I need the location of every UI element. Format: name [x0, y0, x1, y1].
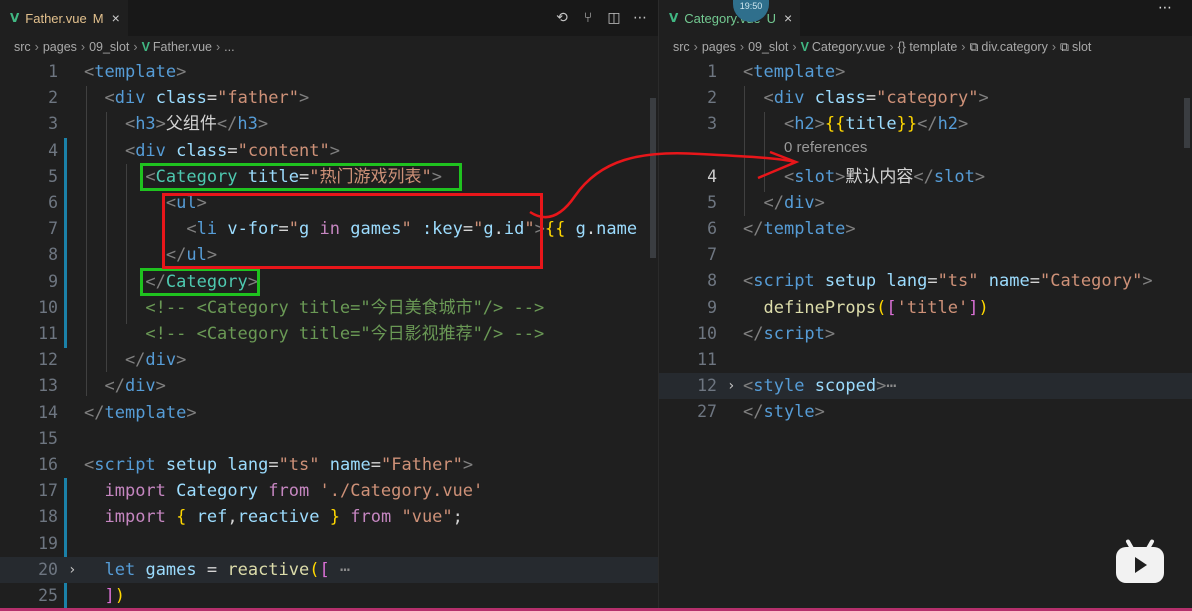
- annotation-arrow: [529, 150, 800, 219]
- bilibili-tv-icon: [1116, 538, 1164, 583]
